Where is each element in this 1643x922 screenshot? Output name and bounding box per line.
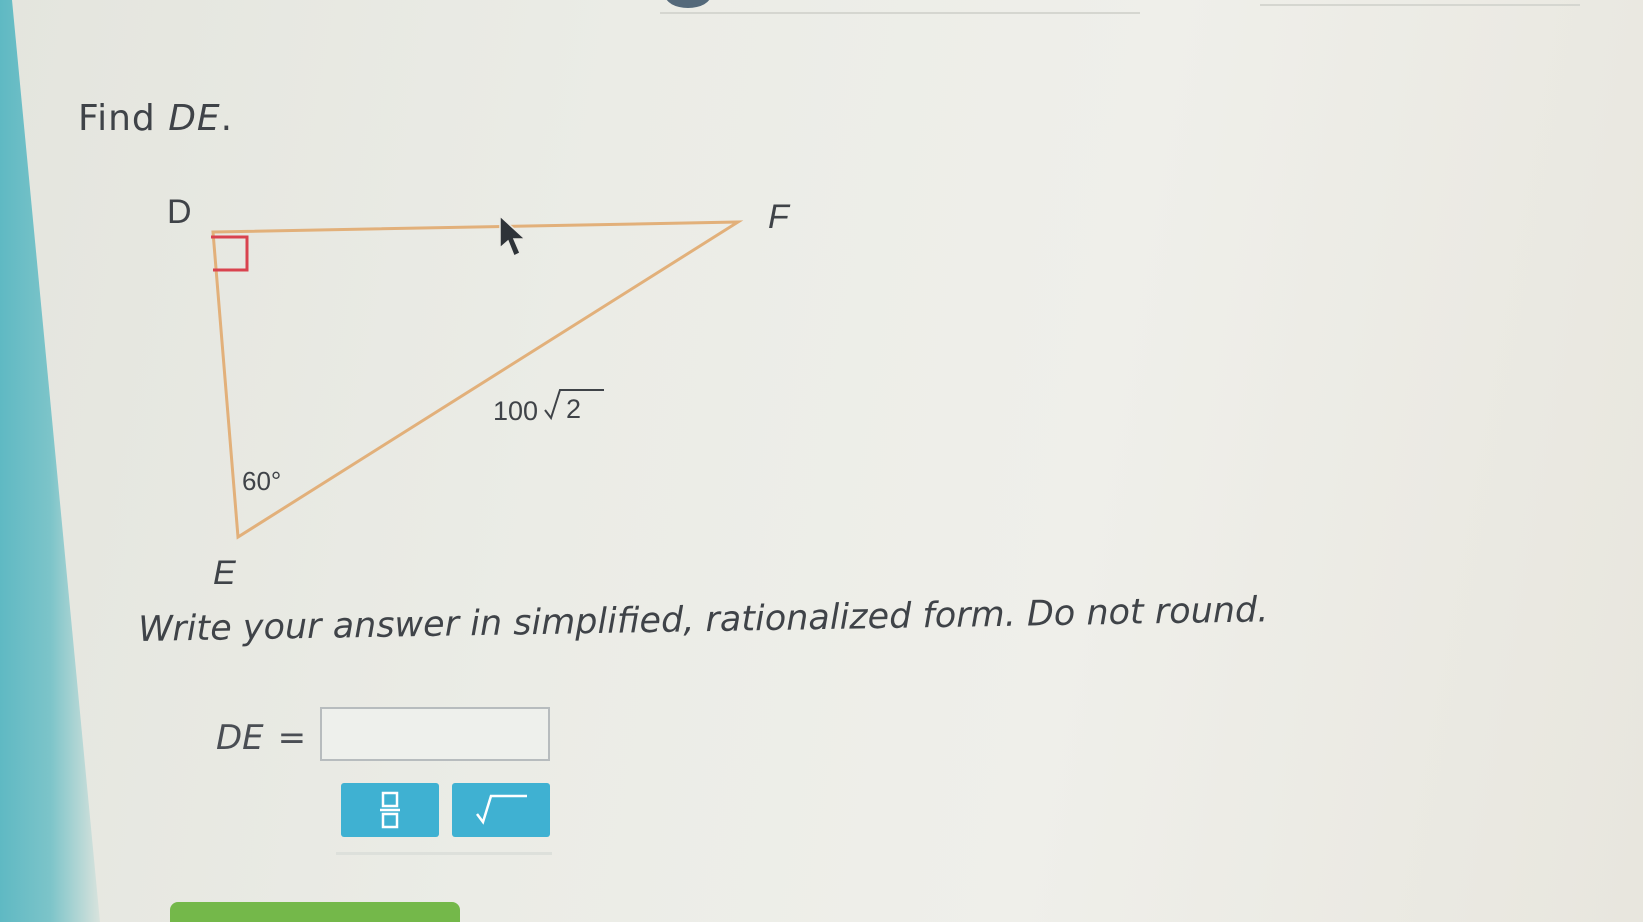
hypotenuse-radicand: 2 [566, 394, 581, 424]
square-root-button[interactable] [452, 783, 550, 837]
check-answer-button[interactable] [170, 902, 460, 922]
triangle-figure: D F E 100 2 60° [167, 193, 791, 592]
answer-label: DE = [216, 718, 306, 758]
square-root-icon [476, 794, 527, 825]
equals-sign: = [277, 718, 307, 758]
triangle-def [211, 220, 744, 540]
mouse-cursor-icon [499, 214, 527, 258]
answer-label-text: DE [216, 718, 264, 758]
hypotenuse-coefficient: 100 [493, 396, 538, 426]
page: Find DE. D F E 100 2 60° Write your answ… [0, 0, 1643, 922]
vertex-label-f: F [768, 198, 791, 236]
fraction-icon [380, 791, 400, 829]
vertex-label-d: D [167, 193, 192, 231]
top-divider-right [1260, 4, 1580, 6]
vertex-label-e: E [213, 554, 236, 592]
toolbar-divider [336, 852, 552, 855]
answer-input[interactable] [320, 707, 550, 761]
angle-e-label: 60° [242, 466, 281, 496]
fraction-button[interactable] [341, 783, 439, 837]
